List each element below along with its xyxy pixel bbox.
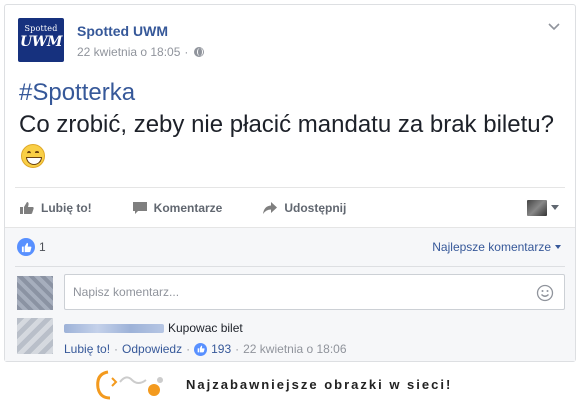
like-label: Lubię to! — [41, 200, 92, 215]
post-timestamp[interactable]: 22 kwietnia o 18:05 — [77, 45, 180, 59]
like-button[interactable]: Lubię to! — [15, 201, 92, 215]
reactions-summary[interactable]: 1 — [17, 238, 46, 256]
post-header: Spotted UWM Spotted UWM 22 kwietnia o 18… — [15, 15, 565, 62]
comment-input-placeholder: Napisz komentarz... — [73, 285, 180, 299]
caret-down-icon — [551, 205, 559, 210]
post-action-bar: Lubię to! Komentarze Udostępnij — [15, 187, 565, 227]
emoji-picker-icon[interactable] — [536, 284, 554, 302]
post-text: Co zrobić, zeby nie płacić mandatu za br… — [19, 111, 554, 138]
meta-separator: · — [184, 45, 189, 59]
avatar[interactable] — [17, 318, 53, 354]
comment-reply-link[interactable]: Odpowiedz — [122, 342, 182, 356]
viewer-avatar — [527, 199, 547, 216]
comment-body: Kupowac bilet — [64, 321, 243, 335]
avatar — [17, 276, 53, 310]
separator: · — [235, 342, 240, 356]
funny-logo-icon[interactable] — [94, 368, 168, 402]
chevron-down-icon[interactable] — [547, 19, 561, 33]
grinning-face-emoji-icon — [21, 144, 45, 168]
comment-text: Kupowac bilet — [168, 321, 243, 335]
footer-banner: Najzabawniejsze obrazki w sieci! — [0, 362, 580, 406]
comment-item: Kupowac bilet Lubię to! · Odpowiedz · 19… — [15, 318, 565, 364]
comments-section: 1 Najlepsze komentarze Napisz komentarz.… — [5, 227, 575, 361]
like-reaction-icon — [194, 342, 208, 356]
avatar-text-line1: Spotted — [24, 24, 58, 33]
share-label: Udostępnij — [284, 200, 347, 215]
thumbs-up-icon — [20, 201, 34, 214]
post-meta: 22 kwietnia o 18:05 · — [77, 45, 205, 59]
post-card: Spotted UWM Spotted UWM 22 kwietnia o 18… — [4, 4, 576, 362]
comment-like-link[interactable]: Lubię to! — [64, 342, 110, 356]
hashtag-link[interactable]: #Spotterka — [19, 77, 555, 109]
comment-timestamp[interactable]: 22 kwietnia o 18:06 — [243, 342, 346, 356]
like-reaction-icon — [17, 238, 35, 256]
post-as-selector[interactable] — [527, 199, 559, 216]
comment-label: Komentarze — [153, 200, 223, 215]
comment-sort-dropdown[interactable]: Najlepsze komentarze — [432, 240, 561, 254]
comment-actions: Lubię to! · Odpowiedz · 193 · 22 kwietni… — [64, 342, 347, 356]
share-button[interactable]: Udostępnij — [258, 201, 346, 215]
comment-bubble-icon — [132, 201, 147, 214]
comment-composer: Napisz komentarz... — [15, 272, 565, 310]
reaction-count: 1 — [39, 240, 46, 254]
globe-icon[interactable] — [194, 47, 205, 57]
commenter-name-blurred[interactable] — [64, 323, 164, 333]
comment-like-count[interactable]: 193 — [211, 342, 231, 356]
sort-label: Najlepsze komentarze — [432, 240, 551, 254]
share-arrow-icon — [263, 201, 278, 214]
comment-button[interactable]: Komentarze — [128, 200, 223, 215]
divider — [15, 266, 565, 267]
page-avatar[interactable]: Spotted UWM — [18, 18, 64, 62]
page-name-link[interactable]: Spotted UWM — [77, 23, 168, 39]
separator: · — [186, 342, 191, 356]
separator: · — [114, 342, 119, 356]
comment-input[interactable]: Napisz komentarz... — [64, 274, 565, 310]
avatar-text-line2: UWM — [20, 34, 62, 50]
footer-tagline: Najzabawniejsze obrazki w sieci! — [186, 377, 453, 392]
post-body: #Spotterka Co zrobić, zeby nie płacić ma… — [19, 77, 555, 173]
caret-down-icon — [555, 245, 561, 249]
